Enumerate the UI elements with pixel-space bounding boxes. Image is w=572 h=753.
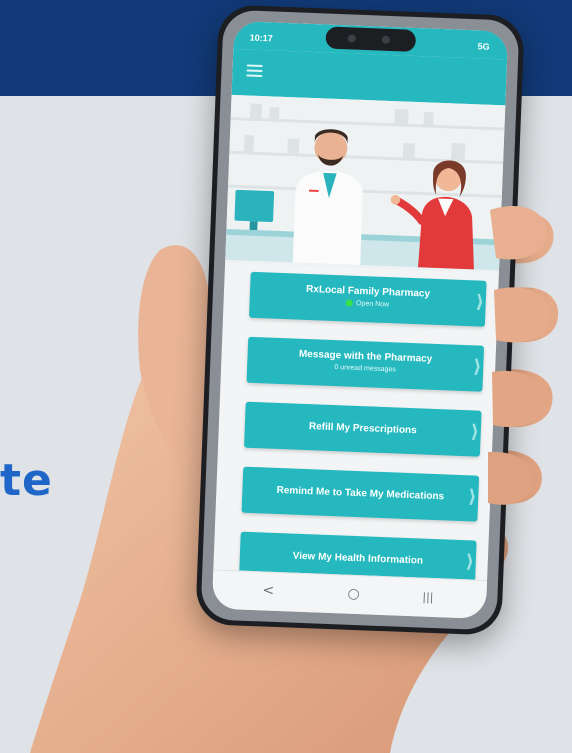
hero-illustration [225,94,506,274]
smartphone: 10:17 5G RxLocal Family Pharmacy Open No… [195,4,525,636]
camera-lens-icon [347,34,356,43]
action-list: RxLocal Family Pharmacy Open Now ⟩⟩ Mess… [225,271,499,587]
phone-screen: 10:17 5G RxLocal Family Pharmacy Open No… [211,20,509,620]
recents-nav-button[interactable]: ||| [422,591,434,604]
message-pharmacy-button[interactable]: Message with the Pharmacy 0 unread messa… [246,336,485,392]
health-information-label: View My Health Information [292,550,424,567]
sensor-icon [381,35,390,44]
hamburger-menu-icon[interactable] [246,64,263,78]
open-status-text: Open Now [355,300,390,309]
pharmacy-button[interactable]: RxLocal Family Pharmacy Open Now ⟩⟩ [249,271,487,327]
home-nav-button[interactable]: ○ [347,586,360,602]
refill-prescriptions-button[interactable]: Refill My Prescriptions ⟩⟩ [244,401,482,457]
network-status: 5G [477,41,490,52]
status-time: 10:17 [249,32,273,44]
open-status-dot-icon [345,299,354,307]
chevron-right-icon: ⟩⟩ [467,486,471,508]
medication-reminder-label: Remind Me to Take My Medications [276,484,445,503]
pharmacist-and-customer-illustration [225,97,506,271]
chevron-right-icon: ⟩⟩ [470,421,474,443]
refill-prescriptions-label: Refill My Prescriptions [308,421,417,437]
back-nav-button[interactable]: < [262,582,274,598]
medication-reminder-button[interactable]: Remind Me to Take My Medications ⟩⟩ [241,466,480,522]
chevron-right-icon: ⟩⟩ [465,551,469,573]
camera-notch [325,26,417,52]
phone-bezel: 10:17 5G RxLocal Family Pharmacy Open No… [200,9,520,631]
